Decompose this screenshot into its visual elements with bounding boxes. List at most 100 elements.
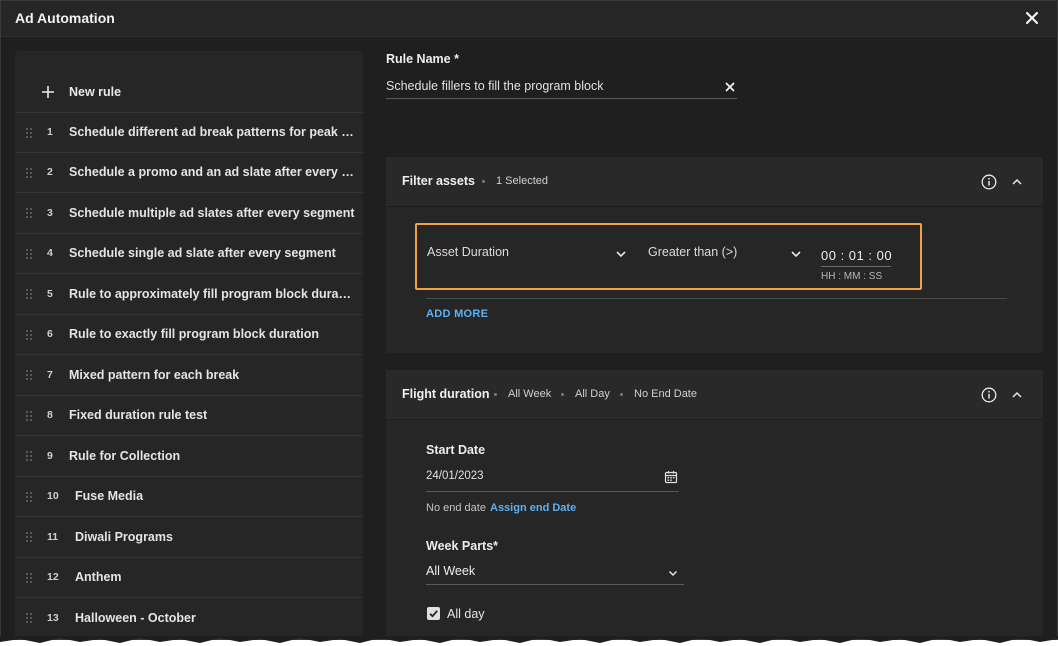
chevron-up-icon[interactable] — [1011, 389, 1023, 401]
week-parts-label: Week Parts* — [426, 539, 499, 553]
dialog-title: Ad Automation — [15, 10, 115, 26]
new-rule-button[interactable]: New rule — [41, 81, 121, 103]
rule-name: Mixed pattern for each break — [69, 367, 240, 382]
separator-dot — [482, 180, 485, 183]
drag-handle-icon[interactable] — [25, 410, 33, 422]
rule-name-label: Rule Name * — [386, 52, 459, 66]
rule-number: 8 — [47, 409, 53, 422]
rule-list-item[interactable]: 7 Mixed pattern for each break — [15, 355, 363, 396]
chevron-down-icon — [791, 251, 801, 258]
clear-icon[interactable] — [725, 82, 735, 92]
chevron-down-icon — [669, 571, 677, 576]
new-rule-label: New rule — [69, 85, 122, 99]
duration-time-input[interactable]: 00 : 01 : 00 — [821, 248, 892, 263]
rule-name-input[interactable]: Schedule fillers to fill the program blo… — [386, 78, 737, 99]
flight-tag: All Week — [508, 388, 552, 400]
rule-name: Rule for Collection — [69, 448, 181, 463]
drag-handle-icon[interactable] — [25, 288, 33, 300]
filter-assets-panel: Filter assets 1 Selected Asset Duration … — [386, 157, 1043, 353]
drag-handle-icon[interactable] — [25, 127, 33, 139]
rule-name: Fixed duration rule test — [69, 408, 208, 423]
rule-list: 1 Schedule different ad break patterns f… — [15, 112, 363, 639]
close-icon — [1025, 11, 1039, 25]
rule-list-item[interactable]: 4 Schedule single ad slate after every s… — [15, 234, 363, 274]
filter-assets-header[interactable]: Filter assets 1 Selected — [386, 157, 1043, 207]
flight-duration-panel: Flight duration All Week All Day No End … — [386, 370, 1043, 639]
plus-icon — [42, 86, 54, 98]
rule-name: Schedule multiple ad slates after every … — [69, 205, 355, 220]
rule-number: 3 — [47, 206, 53, 219]
drag-handle-icon[interactable] — [25, 531, 33, 543]
rule-list-item[interactable]: 10 Fuse Media — [15, 477, 363, 517]
week-parts-value: All Week — [426, 564, 476, 578]
rule-name: Rule to exactly fill program block durat… — [69, 327, 320, 342]
rule-list-item[interactable]: 6 Rule to exactly fill program block dur… — [15, 315, 363, 355]
rule-name: Anthem — [75, 570, 122, 585]
operator-select[interactable]: Greater than (>) — [648, 239, 802, 269]
filter-condition-row: Asset Duration Greater than (>) 00 : 01 … — [415, 223, 922, 290]
rule-list-item[interactable]: 8 Fixed duration rule test — [15, 396, 363, 436]
drag-handle-icon[interactable] — [25, 207, 33, 219]
chevron-down-icon — [616, 251, 626, 258]
separator-dot — [620, 393, 623, 396]
torn-edge — [0, 636, 1058, 643]
rule-number: 11 — [47, 530, 59, 543]
flight-tag: All Day — [575, 388, 610, 400]
separator-dot — [494, 393, 497, 396]
week-parts-select[interactable]: All Week — [426, 562, 684, 585]
rule-list-item[interactable]: 1 Schedule different ad break patterns f… — [15, 112, 363, 153]
start-date-input[interactable]: 24/01/2023 — [426, 465, 679, 492]
drag-handle-icon[interactable] — [25, 369, 33, 381]
rule-name: Rule to approximately fill program block… — [69, 286, 355, 301]
rule-number: 2 — [47, 166, 53, 179]
chevron-up-icon[interactable] — [1011, 176, 1023, 188]
title-bar: Ad Automation — [1, 1, 1057, 37]
time-underline — [821, 266, 891, 267]
rule-list-item[interactable]: 3 Schedule multiple ad slates after ever… — [15, 193, 363, 234]
rule-list-item[interactable]: 2 Schedule a promo and an ad slate after… — [15, 153, 363, 193]
rule-list-item[interactable]: 9 Rule for Collection — [15, 436, 363, 477]
flight-tag: No End Date — [634, 388, 697, 400]
rule-number: 4 — [47, 247, 53, 260]
drag-handle-icon[interactable] — [25, 450, 33, 462]
ad-automation-dialog: Ad Automation New rule 1 Schedule differ… — [0, 0, 1058, 640]
flight-duration-title: Flight duration — [402, 387, 490, 401]
divider — [426, 298, 1007, 299]
rule-list-item[interactable]: 12 Anthem — [15, 558, 363, 598]
asset-field-select[interactable]: Asset Duration — [427, 239, 627, 269]
rule-number: 1 — [47, 126, 53, 139]
rule-number: 12 — [47, 571, 59, 584]
selected-count: 1 Selected — [496, 175, 548, 187]
all-day-label: All day — [447, 607, 485, 621]
all-day-checkbox[interactable] — [427, 607, 440, 620]
time-format-hint: HH : MM : SS — [821, 271, 883, 282]
info-icon[interactable] — [981, 387, 997, 403]
checkbox-checked-icon — [429, 610, 438, 618]
rule-name: Halloween - October — [75, 610, 196, 625]
drag-handle-icon[interactable] — [25, 491, 33, 503]
filter-assets-title: Filter assets — [402, 174, 475, 188]
drag-handle-icon[interactable] — [25, 329, 33, 341]
rule-list-item[interactable]: 11 Diwali Programs — [15, 517, 363, 558]
rule-number: 13 — [47, 611, 59, 624]
drag-handle-icon[interactable] — [25, 572, 33, 584]
start-date-label: Start Date — [426, 443, 486, 457]
start-date-value: 24/01/2023 — [426, 470, 484, 482]
calendar-icon[interactable] — [664, 470, 678, 484]
add-more-button[interactable]: ADD MORE — [426, 308, 488, 320]
rule-number: 10 — [47, 490, 59, 503]
rule-number: 9 — [47, 449, 53, 462]
close-button[interactable] — [1021, 7, 1043, 29]
assign-end-date-link[interactable]: Assign end Date — [490, 502, 576, 514]
drag-handle-icon[interactable] — [25, 248, 33, 260]
separator-dot — [561, 393, 564, 396]
drag-handle-icon[interactable] — [25, 612, 33, 624]
flight-duration-header[interactable]: Flight duration All Week All Day No End … — [386, 370, 1043, 420]
drag-handle-icon[interactable] — [25, 167, 33, 179]
rule-list-item[interactable]: 13 Halloween - October — [15, 598, 363, 639]
rule-name-value: Schedule fillers to fill the program blo… — [386, 79, 604, 93]
rule-list-item[interactable]: 5 Rule to approximately fill program blo… — [15, 274, 363, 315]
info-icon[interactable] — [981, 174, 997, 190]
rules-sidebar: New rule 1 Schedule different ad break p… — [15, 51, 363, 639]
rule-number: 7 — [47, 368, 53, 381]
